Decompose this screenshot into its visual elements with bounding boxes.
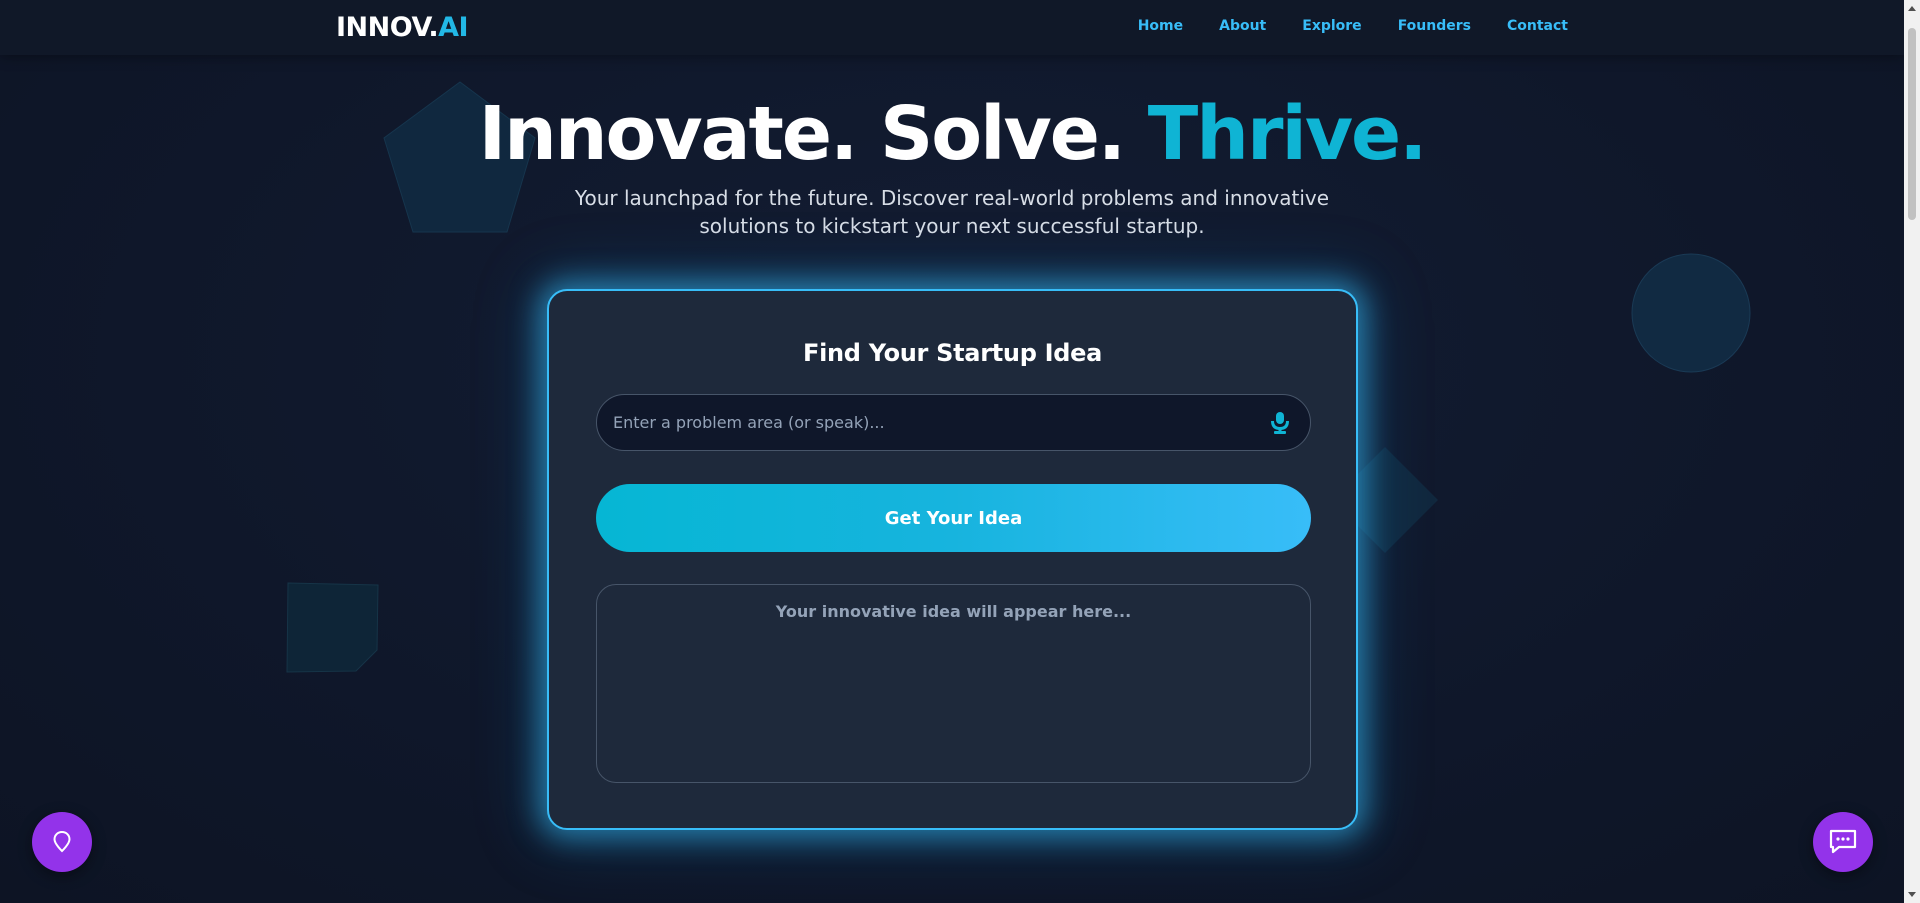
location-button[interactable] xyxy=(32,812,92,872)
scrollbar-thumb[interactable] xyxy=(1908,28,1916,220)
problem-area-input[interactable] xyxy=(613,395,1253,450)
hero-subtitle: Your launchpad for the future. Discover … xyxy=(574,186,1330,238)
nav-link-explore[interactable]: Explore xyxy=(1302,18,1361,34)
location-pin-icon xyxy=(53,830,71,853)
scroll-up-arrow-icon[interactable] xyxy=(1908,6,1916,11)
page-scrollbar[interactable] xyxy=(1904,0,1920,903)
search-field xyxy=(596,394,1311,451)
card-title: Find Your Startup Idea xyxy=(802,339,1103,367)
nav-link-contact[interactable]: Contact xyxy=(1507,18,1568,34)
scroll-down-arrow-icon[interactable] xyxy=(1908,892,1916,897)
idea-result-box: Your innovative idea will appear here... xyxy=(596,584,1311,783)
logo[interactable]: INNOV.AI xyxy=(336,12,469,43)
top-navbar: INNOV.AI Home About Explore Founders Con… xyxy=(0,0,1904,55)
nav-link-about[interactable]: About xyxy=(1219,18,1266,34)
idea-result-placeholder: Your innovative idea will appear here... xyxy=(775,602,1132,621)
circle-shape xyxy=(1631,253,1751,373)
get-idea-button[interactable]: Get Your Idea xyxy=(596,484,1311,552)
page: INNOV.AI Home About Explore Founders Con… xyxy=(0,0,1904,903)
nav-link-founders[interactable]: Founders xyxy=(1398,18,1471,34)
logo-accent: AI xyxy=(438,12,469,43)
hero-title: Innovate. Solve. Thrive. xyxy=(0,92,1904,176)
chat-icon xyxy=(1829,829,1857,854)
chat-button[interactable] xyxy=(1813,812,1873,872)
hero-title-accent: Thrive. xyxy=(1147,91,1428,177)
nav-links: Home About Explore Founders Contact xyxy=(1102,18,1568,34)
logo-main: INNOV. xyxy=(336,12,439,43)
square-shape xyxy=(286,582,379,673)
idea-card: Find Your Startup Idea Get Your Idea You… xyxy=(547,289,1358,830)
hero-title-main: Innovate. Solve. xyxy=(478,91,1148,177)
microphone-icon[interactable] xyxy=(1268,411,1292,435)
nav-link-home[interactable]: Home xyxy=(1138,18,1183,34)
